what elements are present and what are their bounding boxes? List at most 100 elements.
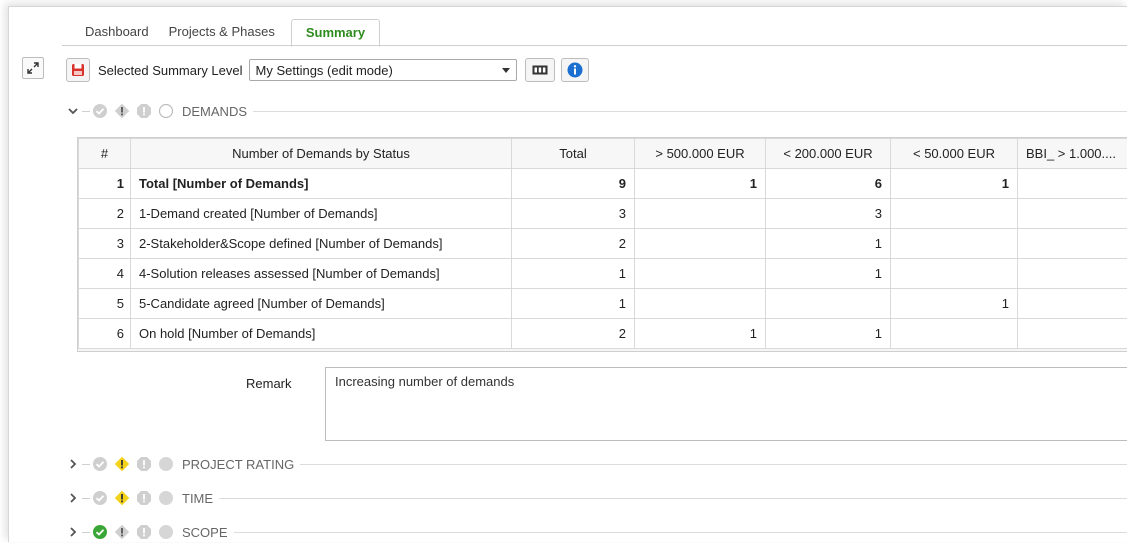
section-title-project-rating: PROJECT RATING [182, 457, 294, 472]
cell-value: 1 [1018, 229, 1127, 259]
grid-icon [532, 65, 548, 75]
chevron-down-icon [502, 68, 510, 73]
table-row[interactable]: 1 Total [Number of Demands] 9 1 6 1 1 [79, 169, 1127, 199]
section-title-scope: SCOPE [182, 525, 228, 540]
table-row[interactable]: 5 5-Candidate agreed [Number of Demands]… [79, 289, 1127, 319]
table-row[interactable]: 6 On hold [Number of Demands] 2 1 1 [79, 319, 1127, 349]
cell-label: 4-Solution releases assessed [Number of … [131, 259, 512, 289]
error-status-icon[interactable] [136, 490, 152, 506]
warning-status-icon[interactable] [114, 490, 130, 506]
section-scope-header[interactable]: SCOPE [66, 521, 1127, 543]
selected-summary-level-label: Selected Summary Level [98, 63, 243, 78]
cell-value [891, 319, 1018, 349]
cell-value: 1 [1018, 169, 1127, 199]
cell-value: 1 [766, 229, 891, 259]
section-title-demands: DEMANDS [182, 104, 247, 119]
cell-value: 1 [766, 319, 891, 349]
cell-value [1018, 319, 1127, 349]
cell-value [891, 259, 1018, 289]
cell-value [766, 289, 891, 319]
cell-total: 1 [512, 289, 635, 319]
table-row[interactable]: 3 2-Stakeholder&Scope defined [Number of… [79, 229, 1127, 259]
cell-index: 1 [79, 169, 131, 199]
demands-table-container: # Number of Demands by Status Total > 50… [77, 137, 1127, 352]
cell-value [635, 199, 766, 229]
demands-table: # Number of Demands by Status Total > 50… [78, 138, 1127, 349]
empty-status-icon[interactable] [158, 524, 174, 540]
table-row[interactable]: 4 4-Solution releases assessed [Number o… [79, 259, 1127, 289]
cell-index: 3 [79, 229, 131, 259]
cell-total: 2 [512, 229, 635, 259]
cell-value [891, 199, 1018, 229]
connector-line [82, 464, 90, 465]
section-divider [219, 498, 1127, 499]
error-status-icon[interactable] [136, 103, 152, 119]
warning-status-icon[interactable] [114, 456, 130, 472]
cell-value: 1 [891, 169, 1018, 199]
info-button[interactable] [561, 58, 589, 82]
cell-total: 9 [512, 169, 635, 199]
summary-level-value: My Settings (edit mode) [256, 63, 393, 78]
section-time-header[interactable]: TIME [66, 487, 1127, 509]
cell-label: 2-Stakeholder&Scope defined [Number of D… [131, 229, 512, 259]
cell-index: 4 [79, 259, 131, 289]
connector-line [82, 498, 90, 499]
column-header-index[interactable]: # [79, 139, 131, 169]
section-demands-header[interactable]: DEMANDS [66, 100, 1127, 122]
empty-status-icon[interactable] [158, 456, 174, 472]
section-divider [253, 111, 1127, 112]
info-icon [567, 62, 583, 78]
column-header-status[interactable]: Number of Demands by Status [131, 139, 512, 169]
warning-status-icon[interactable] [114, 524, 130, 540]
cell-value [635, 259, 766, 289]
tab-projects-phases[interactable]: Projects & Phases [159, 19, 285, 45]
summary-level-select[interactable]: My Settings (edit mode) [249, 59, 517, 81]
tab-summary[interactable]: Summary [291, 19, 380, 47]
check-status-icon[interactable] [92, 524, 108, 540]
column-header-lt-50k[interactable]: < 50.000 EUR [891, 139, 1018, 169]
chevron-down-icon[interactable] [66, 104, 80, 118]
table-row[interactable]: 2 1-Demand created [Number of Demands] 3… [79, 199, 1127, 229]
column-header-total[interactable]: Total [512, 139, 635, 169]
cell-value [891, 229, 1018, 259]
cell-label: On hold [Number of Demands] [131, 319, 512, 349]
section-project-rating-header[interactable]: PROJECT RATING [66, 453, 1127, 475]
cell-label: 5-Candidate agreed [Number of Demands] [131, 289, 512, 319]
warning-status-icon[interactable] [114, 103, 130, 119]
check-status-icon[interactable] [92, 456, 108, 472]
grid-button[interactable] [525, 58, 555, 82]
cell-value [635, 289, 766, 319]
chevron-right-icon[interactable] [66, 491, 80, 505]
save-icon [71, 63, 85, 77]
empty-status-icon[interactable] [158, 490, 174, 506]
cell-value [1018, 289, 1127, 319]
summary-toolbar: Selected Summary Level My Settings (edit… [66, 58, 589, 82]
tab-dashboard[interactable]: Dashboard [75, 19, 159, 45]
cell-value: 1 [635, 169, 766, 199]
remark-textarea[interactable]: Increasing number of demands [325, 367, 1127, 441]
column-header-lt-200k[interactable]: < 200.000 EUR [766, 139, 891, 169]
column-header-bbi[interactable]: BBI_ > 1.000.... [1018, 139, 1127, 169]
table-header-row: # Number of Demands by Status Total > 50… [79, 139, 1127, 169]
cell-value: 1 [635, 319, 766, 349]
tab-bar: Dashboard Projects & Phases Summary [75, 19, 380, 45]
remark-label: Remark [246, 376, 292, 391]
check-status-icon[interactable] [92, 490, 108, 506]
cell-label: Total [Number of Demands] [131, 169, 512, 199]
expand-button[interactable] [22, 57, 44, 79]
chevron-right-icon[interactable] [66, 457, 80, 471]
section-title-time: TIME [182, 491, 213, 506]
error-status-icon[interactable] [136, 456, 152, 472]
connector-line [82, 111, 90, 112]
error-status-icon[interactable] [136, 524, 152, 540]
cell-total: 2 [512, 319, 635, 349]
empty-status-icon[interactable] [158, 103, 174, 119]
chevron-right-icon[interactable] [66, 525, 80, 539]
expand-icon [27, 62, 39, 74]
section-divider [234, 532, 1127, 533]
connector-line [82, 532, 90, 533]
column-header-gt-500k[interactable]: > 500.000 EUR [635, 139, 766, 169]
check-status-icon[interactable] [92, 103, 108, 119]
cell-value: 6 [766, 169, 891, 199]
save-button[interactable] [66, 58, 90, 82]
